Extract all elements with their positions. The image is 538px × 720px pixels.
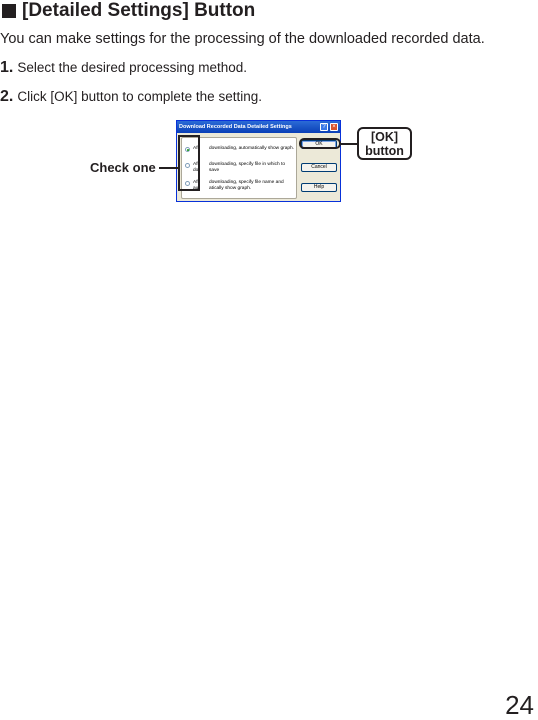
section-heading-text: [Detailed Settings] Button [22, 0, 256, 21]
close-title-button: × [330, 123, 338, 131]
step-item: 1. Select the desired processing method. [0, 59, 247, 77]
section-heading: [Detailed Settings] Button [0, 0, 255, 22]
check-one-leader-line [159, 167, 179, 169]
ok-button-callout: [OK] button [357, 127, 412, 160]
ok-leader-line [341, 143, 357, 145]
page-number: 24 [505, 690, 534, 720]
radio-group-highlight-frame [178, 135, 200, 191]
step-number: 1. [0, 59, 14, 76]
dialog-titlebar: Download Recorded Data Detailed Settings… [177, 121, 340, 133]
step-text: Click [OK] button to complete the settin… [17, 89, 262, 104]
option-description: downloading, specify file in which to sa… [209, 162, 285, 173]
intro-text: You can make settings for the processing… [0, 31, 485, 47]
help-title-button: ? [320, 123, 328, 131]
step-text: Select the desired processing method. [17, 60, 247, 75]
step-number: 2. [0, 88, 14, 105]
step-item: 2. Click [OK] button to complete the sett… [0, 88, 262, 106]
option-description: downloading, specify file name and atica… [209, 180, 284, 191]
help-button: Help [301, 183, 337, 192]
ok-button-highlight-frame [299, 138, 341, 149]
option-description: downloading, automatically show graph. [209, 146, 295, 151]
square-bullet-icon [2, 4, 16, 18]
check-one-callout: Check one [90, 160, 156, 175]
detailed-settings-dialog-screenshot: Download Recorded Data Detailed Settings… [176, 120, 341, 202]
dialog-title: Download Recorded Data Detailed Settings [179, 124, 292, 130]
cancel-button: Cancel [301, 163, 337, 172]
